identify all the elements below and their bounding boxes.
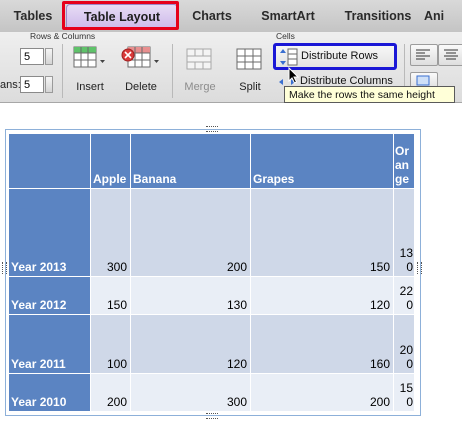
insert-table-icon (73, 46, 105, 68)
align-center-icon (444, 49, 458, 60)
table-header-cell[interactable]: Or an ge (394, 134, 414, 189)
distribute-rows-label: Distribute Rows (301, 50, 379, 62)
table-row-header[interactable]: Year 2012 (9, 277, 91, 315)
table-cell[interactable]: 22 0 (394, 277, 414, 315)
split-button[interactable]: Split (228, 44, 272, 100)
table-header-cell[interactable] (9, 134, 91, 189)
mouse-cursor-icon (288, 67, 300, 84)
table-cell[interactable]: 13 0 (394, 189, 414, 277)
table-header-cell[interactable]: Banana (131, 134, 251, 189)
tab-transitions[interactable]: Transitions (334, 4, 422, 28)
columns-spin-label: ans: (0, 79, 21, 91)
align-left-button[interactable] (410, 44, 438, 66)
table-resize-handle-left[interactable] (2, 262, 7, 274)
table-cell[interactable]: 160 (251, 315, 394, 374)
merge-label: Merge (184, 81, 216, 93)
rows-columns-group-label: Rows & Columns (30, 31, 96, 41)
table-cell[interactable]: 150 (251, 189, 394, 277)
split-label: Split (239, 81, 261, 93)
table-cell[interactable]: 130 (131, 277, 251, 315)
tab-charts[interactable]: Charts (180, 4, 244, 28)
table-resize-handle-right[interactable] (417, 262, 422, 274)
table-cell[interactable]: 20 0 (394, 315, 414, 374)
delete-button[interactable]: Delete (118, 44, 164, 100)
table-row-header[interactable]: Year 2013 (9, 189, 91, 277)
rows-spin-input[interactable]: 5 (20, 48, 44, 65)
table-cell[interactable]: 120 (131, 315, 251, 374)
delete-table-icon (121, 46, 159, 68)
columns-spin-arrows[interactable] (45, 76, 53, 93)
table-resize-handle-bottom[interactable] (206, 413, 218, 419)
table-cell[interactable]: 15 0 (394, 374, 414, 411)
table-resize-handle-top[interactable] (206, 126, 218, 132)
table-cell[interactable]: 120 (251, 277, 394, 315)
tab-animations[interactable]: Ani (424, 4, 462, 28)
tab-smartart[interactable]: SmartArt (250, 4, 326, 28)
merge-button[interactable]: Merge (178, 44, 222, 100)
split-cells-icon (236, 48, 262, 70)
tab-tables[interactable]: Tables (4, 4, 62, 28)
merge-cells-icon (186, 48, 212, 70)
insert-label: Insert (76, 81, 104, 93)
table-cell[interactable]: 300 (91, 189, 131, 277)
group-separator (62, 44, 63, 98)
table-row-header[interactable]: Year 2010 (9, 374, 91, 411)
distribute-rows-icon (280, 48, 298, 66)
distribute-rows-tooltip: Make the rows the same height (284, 86, 455, 103)
table-cell[interactable]: 200 (251, 374, 394, 411)
align-center-button[interactable] (438, 44, 462, 66)
rows-spin-arrows[interactable] (45, 48, 53, 65)
data-table[interactable]: Apple Banana Grapes Or an ge Year 2013 3… (9, 134, 414, 411)
table-row-header[interactable]: Year 2011 (9, 315, 91, 374)
columns-spin-input[interactable]: 5 (20, 76, 44, 93)
table-cell[interactable]: 300 (131, 374, 251, 411)
cells-group-label: Cells (276, 31, 295, 41)
table-header-cell[interactable]: Apple (91, 134, 131, 189)
table-header-cell[interactable]: Grapes (251, 134, 394, 189)
table-cell[interactable]: 150 (91, 277, 131, 315)
delete-label: Delete (125, 81, 157, 93)
distribute-rows-button[interactable]: Distribute Rows (273, 43, 397, 70)
table-cell[interactable]: 100 (91, 315, 131, 374)
align-left-icon (416, 49, 430, 60)
insert-button[interactable]: Insert (68, 44, 112, 100)
table-layout-highlight (62, 1, 179, 30)
group-separator (172, 44, 173, 98)
table-cell[interactable]: 200 (131, 189, 251, 277)
table-cell[interactable]: 200 (91, 374, 131, 411)
align-top-icon (416, 75, 430, 86)
